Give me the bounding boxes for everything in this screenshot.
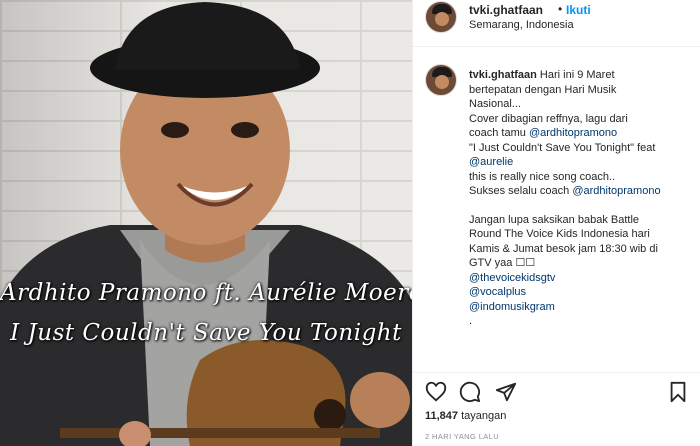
video-frame-person <box>0 2 412 446</box>
mention-link[interactable]: @ardhitopramono <box>529 127 617 139</box>
avatar[interactable] <box>425 64 457 96</box>
bookmark-icon[interactable] <box>667 381 689 403</box>
post-caption: tvki.ghatfaan Hari ini 9 Maret bertepata… <box>469 68 695 329</box>
paper-plane-icon[interactable] <box>495 381 517 403</box>
location-link[interactable]: Semarang, Indonesia <box>469 19 574 31</box>
post-media[interactable]: Ardhito Pramono ft. Aurélie Moeremans I … <box>0 0 412 446</box>
mention-link[interactable]: @aurelie <box>469 155 695 170</box>
mention-link[interactable]: @indomusikgram <box>469 300 695 315</box>
mention-link[interactable]: @vocalplus <box>469 285 695 300</box>
post-details-panel: tvki.ghatfaan • Ikuti Semarang, Indonesi… <box>412 0 700 446</box>
post-timestamp[interactable]: 2 HARI YANG LALU <box>425 432 499 441</box>
follow-button[interactable]: Ikuti <box>566 3 591 17</box>
mention-link[interactable]: @ardhitopramono <box>572 185 660 197</box>
avatar[interactable] <box>425 1 457 33</box>
username-link[interactable]: tvki.ghatfaan <box>469 3 543 17</box>
heart-icon[interactable] <box>425 381 447 403</box>
comment-icon[interactable] <box>459 381 481 403</box>
mention-link[interactable]: @thevoicekidsgtv <box>469 271 695 286</box>
view-count[interactable]: 11,847 tayangan <box>425 410 506 422</box>
video-caption-artists: Ardhito Pramono ft. Aurélie Moeremans <box>0 280 412 306</box>
video-caption-song: I Just Couldn't Save You Tonight <box>10 320 402 346</box>
post-header: tvki.ghatfaan • Ikuti Semarang, Indonesi… <box>413 0 700 47</box>
separator-dot: • <box>558 2 563 16</box>
action-bar <box>413 372 700 412</box>
caption-username-link[interactable]: tvki.ghatfaan <box>469 69 537 81</box>
caption-section: tvki.ghatfaan Hari ini 9 Maret bertepata… <box>413 48 700 368</box>
